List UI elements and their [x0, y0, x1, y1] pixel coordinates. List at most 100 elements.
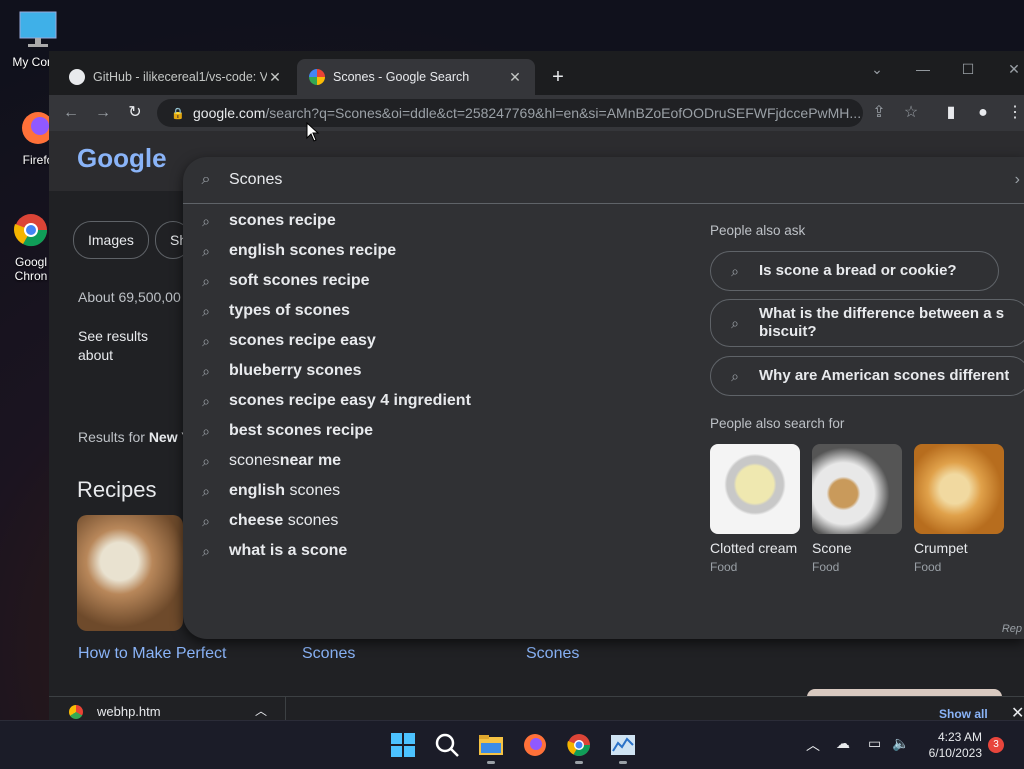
maximize-button[interactable]: ☐	[946, 55, 990, 83]
clotted-cream-image	[710, 444, 800, 534]
crumpet-image	[914, 444, 1004, 534]
suggestion-item[interactable]: ⌕ english scones	[183, 476, 683, 506]
people-also-ask-item[interactable]: ⌕ What is the difference between a s bis…	[710, 299, 1024, 347]
bookmark-star-icon[interactable]: ☆	[899, 101, 923, 125]
search-icon: ⌕	[202, 242, 210, 259]
recipe-thumbnail[interactable]	[77, 515, 183, 631]
suggestion-item[interactable]: ⌕ scones near me	[183, 446, 683, 476]
search-icon: ⌕	[202, 362, 210, 379]
see-results-about: See results about	[78, 328, 149, 363]
mouse-cursor-icon	[306, 122, 320, 142]
tab-title: Scones - Google Search	[333, 70, 470, 84]
suggestion-item[interactable]: ⌕ cheese scones	[183, 506, 683, 536]
download-item[interactable]: webhp.htm	[69, 704, 161, 719]
reload-icon[interactable]: ↻	[123, 101, 147, 125]
suggestion-text: soft scones recipe	[229, 272, 370, 289]
suggestion-item[interactable]: ⌕ scones recipe easy 4 ingredient	[183, 386, 683, 416]
suggestion-text: types of scones	[229, 302, 350, 319]
results-count: About 69,500,00	[78, 289, 181, 305]
desktop-icon-label: Googl Chron	[14, 255, 48, 283]
search-icon: ⌕	[202, 392, 210, 409]
recipe-link-3[interactable]: Scones	[526, 645, 579, 663]
side-panel-icon[interactable]: ▮	[939, 101, 963, 125]
new-tab-button[interactable]: +	[546, 65, 570, 89]
forward-arrow-icon[interactable]: →	[91, 101, 115, 125]
running-indicator	[619, 761, 627, 764]
search-input[interactable]: ⌕ Scones ›	[183, 157, 1024, 204]
suggestion-item[interactable]: ⌕ english scones recipe	[183, 236, 683, 266]
suggestion-text: english scones recipe	[229, 242, 397, 259]
people-also-ask-item[interactable]: ⌕ Is scone a bread or cookie?	[710, 251, 999, 291]
suggestion-text: scones recipe easy 4 ingredient	[229, 392, 471, 409]
suggestion-text: blueberry scones	[229, 362, 362, 379]
google-logo[interactable]: Google	[77, 143, 167, 174]
cloud-offline-icon[interactable]: ☁	[836, 735, 850, 752]
search-icon[interactable]	[433, 731, 461, 759]
clock-time: 4:23 AM	[937, 730, 982, 744]
system-clock[interactable]: 4:23 AM 6/10/2023	[920, 729, 982, 761]
close-icon[interactable]: ✕	[267, 69, 283, 86]
search-icon: ⌕	[202, 332, 210, 349]
suggestion-text: scones	[285, 482, 341, 499]
search-icon: ⌕	[202, 452, 210, 469]
google-icon	[309, 69, 325, 85]
people-also-ask-item[interactable]: ⌕ Why are American scones different	[710, 356, 1024, 396]
search-icon: ⌕	[731, 314, 739, 331]
chevron-up-icon[interactable]: ︿	[255, 702, 267, 719]
search-suggestions-dropdown: ⌕ Scones › ⌕ scones recipe ⌕ english scones…	[183, 157, 1024, 639]
menu-kebab-icon[interactable]: ⋮	[1003, 101, 1024, 125]
profile-icon[interactable]: ●	[971, 101, 995, 125]
related-card-clotted-cream[interactable]: Clotted cream Food	[710, 444, 802, 574]
chevron-right-icon[interactable]: ›	[1015, 171, 1020, 189]
minimize-button[interactable]: —	[901, 55, 945, 83]
suggestion-text: best scones recipe	[229, 422, 374, 439]
suggestion-item[interactable]: ⌕ types of scones	[183, 296, 683, 326]
search-icon: ⌕	[202, 272, 210, 289]
chip-images[interactable]: Images	[73, 221, 149, 259]
chrome-icon[interactable]	[565, 731, 593, 759]
close-window-button[interactable]: ✕	[992, 55, 1024, 83]
tab-github[interactable]: GitHub - ilikecereal1/vs-code: VS ✕	[57, 59, 295, 95]
people-also-search-heading: People also search for	[710, 416, 845, 431]
firefox-icon[interactable]	[521, 731, 549, 759]
related-card-crumpet[interactable]: Crumpet Food	[914, 444, 1006, 574]
suggestion-item[interactable]: ⌕ best scones recipe	[183, 416, 683, 446]
volume-icon[interactable]: 🔈	[892, 735, 909, 752]
search-query[interactable]: Scones	[229, 171, 282, 189]
suggestion-text: scones	[283, 512, 339, 529]
desktop-icon-chrome[interactable]: Googl Chron	[8, 210, 54, 283]
chrome-icon	[69, 704, 83, 719]
suggestion-item[interactable]: ⌕ scones recipe	[183, 206, 683, 236]
suggestion-text: scones	[229, 452, 280, 469]
address-bar[interactable]: 🔒 google.com /search?q=Scones&oi=ddle&ct…	[157, 99, 863, 127]
results-for-label: Results for	[78, 429, 145, 445]
people-also-ask-heading: People also ask	[710, 223, 806, 238]
chevron-up-icon[interactable]: ︿	[806, 735, 820, 755]
suggestion-text: scones recipe easy	[229, 332, 376, 349]
search-icon: ⌕	[202, 482, 210, 499]
back-arrow-icon[interactable]: ←	[59, 101, 83, 125]
suggestion-item[interactable]: ⌕ soft scones recipe	[183, 266, 683, 296]
recipe-link-1[interactable]: How to Make Perfect	[78, 645, 227, 663]
results-for: Results for New Y	[78, 429, 191, 445]
suggestion-text: near me	[279, 452, 342, 469]
share-icon[interactable]: ⇪	[867, 101, 891, 125]
suggestion-item[interactable]: ⌕ scones recipe easy	[183, 326, 683, 356]
show-all-button[interactable]: Show all	[939, 707, 988, 721]
close-icon[interactable]: ✕	[507, 69, 523, 86]
search-icon: ⌕	[731, 367, 739, 384]
windows-start-icon[interactable]	[389, 731, 417, 759]
task-manager-icon[interactable]	[609, 731, 637, 759]
suggestion-item[interactable]: ⌕ what is a scone	[183, 536, 683, 566]
file-explorer-icon[interactable]	[477, 731, 505, 759]
recipe-link-2[interactable]: Scones	[302, 645, 355, 663]
tab-google-search[interactable]: Scones - Google Search ✕	[297, 59, 535, 95]
network-icon[interactable]: ▭	[868, 735, 881, 752]
search-icon: ⌕	[202, 542, 210, 559]
report-link[interactable]: Rep	[1002, 623, 1022, 635]
related-card-scone[interactable]: Scone Food	[812, 444, 904, 574]
tab-search-button[interactable]: ⌄	[855, 55, 899, 83]
url-host: google.com	[193, 105, 266, 121]
notification-badge[interactable]: 3	[988, 737, 1004, 753]
suggestion-item[interactable]: ⌕ blueberry scones	[183, 356, 683, 386]
